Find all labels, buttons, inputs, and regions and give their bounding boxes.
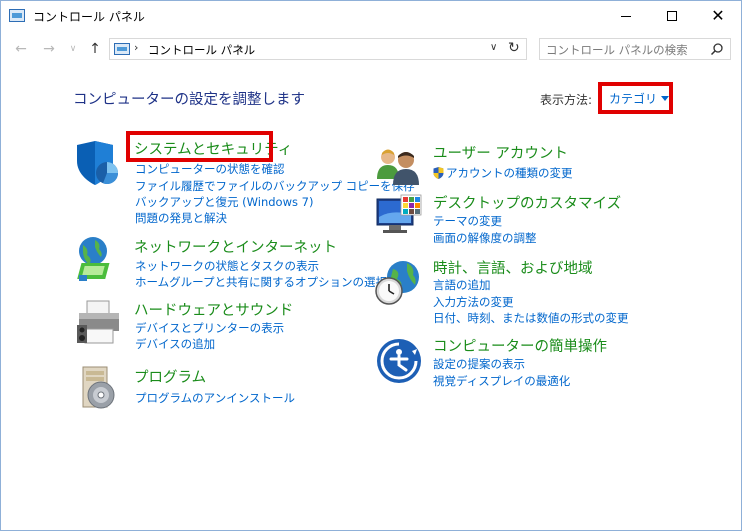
link-change-account-type-label[interactable]: アカウントの種類の変更 <box>446 166 573 180</box>
view-by-dropdown[interactable]: カテゴリ <box>598 82 673 114</box>
link-uninstall-program[interactable]: プログラムのアンインストール <box>135 390 295 406</box>
link-change-date-format[interactable]: 日付、時刻、または数値の形式の変更 <box>433 310 629 326</box>
control-panel-window: コントロール パネル ✕ ← → ∨ ↑ › コントロール パネル › ∨ ↻ … <box>0 0 742 531</box>
printer-icon[interactable] <box>75 299 123 347</box>
breadcrumb-separator[interactable]: › <box>134 41 138 54</box>
view-by-label: 表示方法: <box>540 93 593 107</box>
link-file-history-backup[interactable]: ファイル履歴でファイルのバックアップ コピーを保存 <box>135 178 415 194</box>
category-title-network-internet[interactable]: ネットワークとインターネット <box>134 236 337 257</box>
category-title-ease-of-access[interactable]: コンピューターの簡単操作 <box>433 335 607 356</box>
ease-of-access-icon[interactable] <box>375 337 423 385</box>
category-title-clock-language-region[interactable]: 時計、言語、および地域 <box>433 257 593 278</box>
link-add-device[interactable]: デバイスの追加 <box>135 336 215 352</box>
forward-button[interactable]: → <box>39 40 59 58</box>
minimize-button[interactable] <box>603 1 649 31</box>
dropdown-caret-icon <box>661 95 669 101</box>
link-check-computer-status[interactable]: コンピューターの状態を確認 <box>135 161 285 177</box>
navigation-bar: ← → ∨ ↑ › コントロール パネル › ∨ ↻ コントロール パネルの検索 <box>1 32 741 66</box>
maximize-button[interactable] <box>649 1 695 31</box>
link-change-theme[interactable]: テーマの変更 <box>433 213 502 229</box>
minimize-icon <box>621 15 631 17</box>
search-placeholder: コントロール パネルの検索 <box>546 43 688 57</box>
view-by-value[interactable]: カテゴリ <box>609 90 657 107</box>
page-title: コンピューターの設定を調整します <box>73 92 305 108</box>
link-adjust-resolution[interactable]: 画面の解像度の調整 <box>433 230 537 246</box>
close-button[interactable]: ✕ <box>695 1 741 31</box>
address-dropdown-button[interactable]: ∨ <box>490 42 497 53</box>
category-title-hardware-sound[interactable]: ハードウェアとサウンド <box>134 299 293 320</box>
link-devices-printers[interactable]: デバイスとプリンターの表示 <box>135 320 284 336</box>
category-title-user-accounts[interactable]: ユーザー アカウント <box>433 142 568 163</box>
refresh-button[interactable]: ↻ <box>508 40 520 56</box>
shield-icon[interactable] <box>73 139 121 187</box>
highlight-box <box>126 131 273 162</box>
breadcrumb-separator[interactable]: › <box>239 41 243 54</box>
title-bar[interactable]: コントロール パネル ✕ <box>1 1 741 31</box>
link-change-account-type[interactable]: アカウントの種類の変更 <box>433 165 573 181</box>
network-globe-icon[interactable] <box>75 235 123 283</box>
window-title: コントロール パネル <box>33 10 145 24</box>
link-homegroup-sharing[interactable]: ホームグループと共有に関するオプションの選択 <box>135 274 387 290</box>
category-title-programs[interactable]: プログラム <box>134 366 206 387</box>
address-bar[interactable]: › コントロール パネル › ∨ ↻ <box>109 38 527 60</box>
link-backup-restore[interactable]: バックアップと復元 (Windows 7) <box>135 194 313 210</box>
link-optimize-display[interactable]: 視覚ディスプレイの最適化 <box>433 373 570 389</box>
link-add-language[interactable]: 言語の追加 <box>433 277 491 293</box>
programs-icon[interactable] <box>77 363 125 411</box>
close-icon: ✕ <box>711 6 725 25</box>
users-icon[interactable] <box>375 143 423 191</box>
back-button[interactable]: ← <box>11 40 31 58</box>
link-network-status[interactable]: ネットワークの状態とタスクの表示 <box>135 258 319 274</box>
uac-shield-icon <box>433 167 444 179</box>
category-title-personalization[interactable]: デスクトップのカスタマイズ <box>433 192 621 213</box>
recent-locations-button[interactable]: ∨ <box>63 40 83 58</box>
link-find-fix-problems[interactable]: 問題の発見と解決 <box>135 210 227 226</box>
control-panel-icon <box>9 9 25 22</box>
display-icon[interactable] <box>375 193 423 241</box>
link-change-input-method[interactable]: 入力方法の変更 <box>433 294 514 310</box>
link-suggested-settings[interactable]: 設定の提案の表示 <box>433 356 525 372</box>
search-icon[interactable] <box>710 42 724 56</box>
clock-globe-icon[interactable] <box>375 259 423 307</box>
control-panel-icon <box>114 43 130 55</box>
search-input[interactable]: コントロール パネルの検索 <box>539 38 731 60</box>
up-button[interactable]: ↑ <box>85 40 105 58</box>
maximize-icon <box>667 11 677 21</box>
